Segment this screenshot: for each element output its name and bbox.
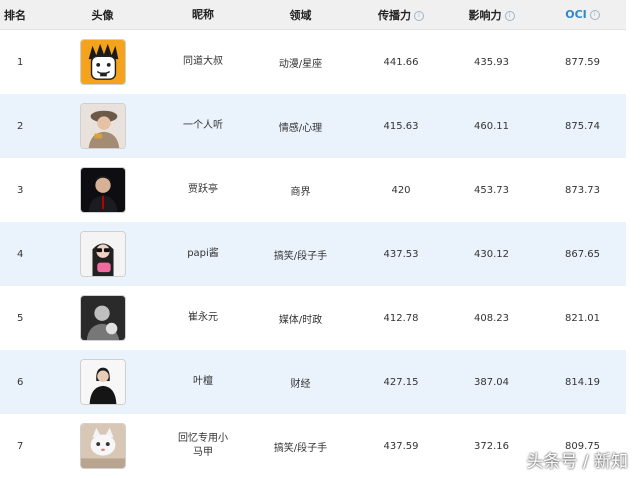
spread-cell: 427.15 bbox=[383, 376, 419, 388]
header-spread[interactable]: 传播力 i bbox=[358, 7, 444, 23]
header-avatar: 头像 bbox=[42, 7, 163, 23]
nickname-cell[interactable]: 贾跃亭 bbox=[163, 183, 243, 197]
nickname-cell[interactable]: 回忆专用小马甲 bbox=[163, 432, 243, 460]
watermark: 头条号 / 新知 bbox=[526, 452, 628, 472]
spread-cell: 420 bbox=[391, 184, 411, 196]
table-header: 排名 头像 昵称 领域 传播力 i 影响力 i OCI i bbox=[0, 0, 626, 30]
avatar-cell[interactable] bbox=[42, 103, 163, 149]
oci-cell: 821.01 bbox=[565, 312, 600, 324]
table-row[interactable]: 4 papi酱 搞笑/段子手 437.53 430.12 867.65 bbox=[0, 222, 626, 286]
rank-cell: 2 bbox=[17, 120, 24, 132]
header-avatar-label: 头像 bbox=[91, 8, 114, 22]
info-icon[interactable]: i bbox=[414, 10, 424, 21]
influence-cell: 430.12 bbox=[474, 248, 509, 260]
field-cell: 财经 bbox=[290, 378, 311, 390]
influence-cell: 453.73 bbox=[474, 184, 509, 196]
oci-cell: 867.65 bbox=[565, 248, 600, 260]
field-cell: 情感/心理 bbox=[278, 122, 323, 134]
rank-cell: 1 bbox=[17, 56, 24, 68]
header-oci-label: OCI bbox=[565, 8, 587, 21]
ranking-table: 排名 头像 昵称 领域 传播力 i 影响力 i OCI i 1 同道大叔 动漫/星座 441… bbox=[0, 0, 626, 478]
header-influence-label: 影响力 bbox=[468, 8, 502, 22]
avatar[interactable] bbox=[79, 39, 126, 85]
spread-cell: 441.66 bbox=[383, 56, 419, 68]
nickname-cell[interactable]: 叶檀 bbox=[163, 375, 243, 389]
oci-cell: 877.59 bbox=[565, 56, 600, 68]
oci-cell: 875.74 bbox=[565, 120, 600, 132]
header-oci[interactable]: OCI i bbox=[539, 8, 626, 21]
header-rank: 排名 bbox=[4, 8, 26, 22]
avatar[interactable] bbox=[79, 359, 126, 405]
field-cell: 动漫/星座 bbox=[278, 58, 323, 70]
nickname-cell[interactable]: 同道大叔 bbox=[163, 55, 243, 69]
field-cell: 搞笑/段子手 bbox=[273, 250, 328, 262]
rank-cell: 7 bbox=[17, 440, 24, 452]
rank-cell: 4 bbox=[17, 248, 24, 260]
header-field: 领域 bbox=[289, 8, 312, 22]
info-icon[interactable]: i bbox=[589, 10, 600, 20]
spread-cell: 437.59 bbox=[383, 440, 419, 452]
table-row[interactable]: 6 叶檀 财经 427.15 387.04 814.19 bbox=[0, 350, 626, 414]
influence-cell: 435.93 bbox=[474, 56, 509, 68]
rank-cell: 6 bbox=[17, 376, 24, 388]
avatar-cell[interactable] bbox=[42, 423, 163, 469]
influence-cell: 460.11 bbox=[474, 120, 509, 132]
rank-cell: 3 bbox=[17, 184, 24, 196]
avatar[interactable] bbox=[79, 167, 126, 213]
avatar-cell[interactable] bbox=[42, 359, 163, 405]
field-cell: 媒体/时政 bbox=[278, 314, 323, 326]
influence-cell: 372.16 bbox=[474, 440, 509, 452]
table-row[interactable]: 1 同道大叔 动漫/星座 441.66 435.93 877.59 bbox=[0, 30, 626, 94]
header-spread-label: 传播力 bbox=[378, 8, 411, 22]
spread-cell: 412.78 bbox=[383, 312, 419, 324]
field-cell: 商界 bbox=[290, 186, 311, 198]
avatar-cell[interactable] bbox=[42, 295, 163, 341]
spread-cell: 437.53 bbox=[383, 248, 419, 260]
influence-cell: 408.23 bbox=[474, 312, 509, 324]
avatar[interactable] bbox=[79, 423, 126, 469]
table-row[interactable]: 2 一个人听 情感/心理 415.63 460.11 875.74 bbox=[0, 94, 626, 158]
field-cell: 搞笑/段子手 bbox=[273, 442, 328, 454]
avatar-cell[interactable] bbox=[42, 39, 163, 85]
table-row[interactable]: 5 崔永元 媒体/时政 412.78 408.23 821.01 bbox=[0, 286, 626, 350]
info-icon[interactable]: i bbox=[504, 10, 515, 21]
nickname-cell[interactable]: 崔永元 bbox=[163, 311, 243, 325]
spread-cell: 415.63 bbox=[383, 120, 419, 132]
avatar-cell[interactable] bbox=[42, 167, 163, 213]
avatar-cell[interactable] bbox=[42, 231, 163, 277]
avatar[interactable] bbox=[79, 295, 126, 341]
influence-cell: 387.04 bbox=[474, 376, 509, 388]
avatar[interactable] bbox=[79, 231, 126, 277]
header-nickname: 昵称 bbox=[192, 7, 214, 21]
avatar[interactable] bbox=[79, 103, 126, 149]
nickname-cell[interactable]: 一个人听 bbox=[163, 119, 243, 133]
header-influence[interactable]: 影响力 i bbox=[444, 7, 539, 23]
table-row[interactable]: 3 贾跃亭 商界 420 453.73 873.73 bbox=[0, 158, 626, 222]
rank-cell: 5 bbox=[17, 312, 24, 324]
oci-cell: 814.19 bbox=[565, 376, 600, 388]
oci-cell: 873.73 bbox=[565, 184, 600, 196]
nickname-cell[interactable]: papi酱 bbox=[163, 247, 243, 261]
